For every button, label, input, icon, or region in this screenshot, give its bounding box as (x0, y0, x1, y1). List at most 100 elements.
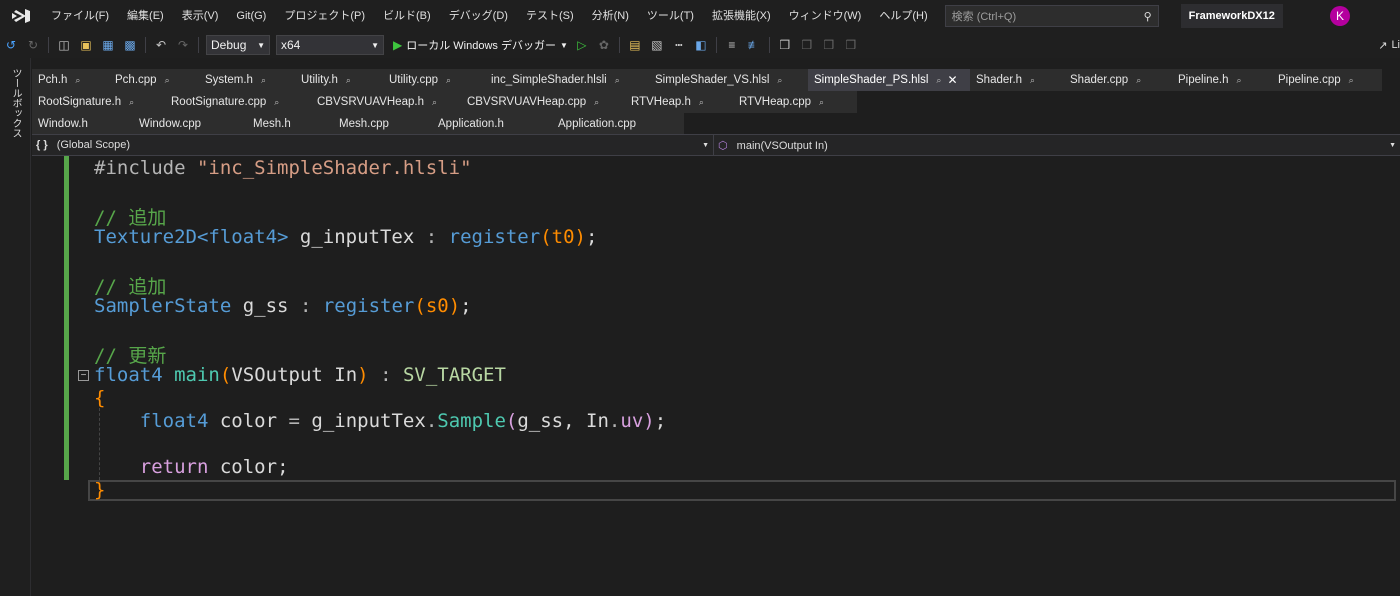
pin-icon[interactable]: ⌕ (1136, 69, 1141, 91)
bookmark-clear-icon[interactable]: ❒ (843, 37, 859, 53)
pin-icon[interactable]: ⌕ (777, 69, 782, 91)
tab-active[interactable]: SimpleShader_PS.hlsl ⌕ ✕ (808, 69, 970, 91)
bookmark-prev-icon[interactable]: ❒ (799, 37, 815, 53)
step-icon[interactable]: ┅ (671, 37, 687, 53)
live-share-button[interactable]: ↗ Li (1378, 32, 1400, 58)
menu-item[interactable]: 編集(E) (118, 0, 173, 32)
document-tab[interactable]: SimpleShader_VS.hlsl ⌕ (649, 69, 808, 91)
menu-item[interactable]: 拡張機能(X) (703, 0, 780, 32)
pin-icon[interactable]: ⌕ (129, 91, 134, 113)
search-box[interactable]: 検索 (Ctrl+Q) ⚲ (944, 5, 1159, 27)
document-tab[interactable]: inc_SimpleShader.hlsli ⌕ (485, 69, 649, 91)
menu-item[interactable]: ヘルプ(H) (870, 0, 936, 32)
document-tab[interactable]: Pch.cpp ⌕ (109, 69, 199, 91)
start-without-debugging-icon[interactable]: ▷ (574, 37, 590, 53)
uncomment-icon[interactable]: ≢ (746, 37, 762, 53)
code-line-sampler[interactable]: SamplerState g_ss : register(s0); (94, 295, 472, 317)
new-project-icon[interactable]: ◫ (56, 37, 72, 53)
menu-item[interactable]: Git(G) (227, 0, 275, 32)
collapse-toggle[interactable]: − (78, 370, 89, 381)
breakpoint-window-icon[interactable]: ◧ (693, 37, 709, 53)
code-line-brace-close[interactable]: } (94, 479, 105, 501)
forward-icon[interactable]: ↻ (25, 37, 41, 53)
pin-icon[interactable]: ⌕ (1349, 69, 1354, 91)
pin-icon[interactable]: ⌕ (699, 91, 704, 113)
pin-icon[interactable]: ⌕ (165, 69, 170, 91)
document-tab[interactable]: Shader.h ⌕ (970, 69, 1064, 91)
current-line-highlight (88, 480, 1396, 501)
pin-icon[interactable]: ⌕ (274, 91, 279, 113)
document-tab[interactable]: RootSignature.cpp ⌕ (165, 91, 311, 113)
menu-item[interactable]: デバッグ(D) (440, 0, 517, 32)
document-tab[interactable]: Utility.h ⌕ (295, 69, 383, 91)
tab-label: Mesh.h (253, 118, 291, 130)
bookmark-icon[interactable]: ❒ (777, 37, 793, 53)
toolbox-tab[interactable]: ツールボックス (8, 68, 23, 138)
pin-icon[interactable]: ⌕ (75, 69, 80, 91)
visual-studio-logo-icon[interactable] (10, 7, 32, 25)
document-tab[interactable]: Application.cpp (552, 113, 684, 135)
pin-icon[interactable]: ⌕ (432, 91, 437, 113)
document-tab[interactable]: CBVSRVUAVHeap.cpp ⌕ (461, 91, 625, 113)
document-tab[interactable]: Window.h (32, 113, 133, 135)
pin-icon[interactable]: ⌕ (1237, 69, 1242, 91)
menu-item[interactable]: ファイル(F) (42, 0, 118, 32)
menu-item[interactable]: 分析(N) (583, 0, 638, 32)
open-folder-icon[interactable]: ▣ (78, 37, 94, 53)
bookmark-next-icon[interactable]: ❒ (821, 37, 837, 53)
member-select[interactable]: ⬡ main(VSOutput In) ▼ (714, 135, 1400, 155)
document-tab[interactable]: RTVHeap.h ⌕ (625, 91, 733, 113)
menu-item[interactable]: テスト(S) (517, 0, 583, 32)
code-line-texture[interactable]: Texture2D<float4> g_inputTex : register(… (94, 226, 597, 248)
avatar[interactable]: K (1330, 6, 1350, 26)
code-line-main[interactable]: float4 main(VSOutput In) : SV_TARGET (94, 364, 506, 386)
save-all-icon[interactable]: ▩ (122, 37, 138, 53)
document-tab[interactable]: RootSignature.h ⌕ (32, 91, 165, 113)
code-line-return[interactable]: return color; (94, 456, 289, 478)
menu-item[interactable]: 表示(V) (173, 0, 228, 32)
document-tab[interactable]: Pipeline.h ⌕ (1172, 69, 1272, 91)
document-tab[interactable]: Mesh.h (247, 113, 333, 135)
pin-icon[interactable]: ⌕ (1030, 69, 1035, 91)
document-tab[interactable]: Pch.h ⌕ (32, 69, 109, 91)
menu-item[interactable]: ツール(T) (638, 0, 703, 32)
tab-label: Shader.cpp (1070, 74, 1129, 86)
solution-name[interactable]: FrameworkDX12 (1180, 4, 1283, 28)
pin-icon[interactable]: ⌕ (594, 91, 599, 113)
undo-icon[interactable]: ↶ (153, 37, 169, 53)
redo-icon[interactable]: ↷ (175, 37, 191, 53)
code-line-sample[interactable]: float4 color = g_inputTex.Sample(g_ss, I… (94, 410, 666, 432)
hot-reload-icon[interactable]: ✿ (596, 37, 612, 53)
document-tab[interactable]: Window.cpp (133, 113, 247, 135)
menu-item[interactable]: ウィンドウ(W) (780, 0, 871, 32)
menu-item[interactable]: ビルド(B) (374, 0, 440, 32)
document-tab[interactable]: System.h ⌕ (199, 69, 295, 91)
window-layout-icon[interactable]: ▧ (649, 37, 665, 53)
menu-item[interactable]: プロジェクト(P) (275, 0, 374, 32)
code-line-brace-open[interactable]: { (94, 387, 105, 409)
document-tab[interactable]: Mesh.cpp (333, 113, 432, 135)
pin-icon[interactable]: ⌕ (446, 69, 451, 91)
type-token: Texture2D (94, 226, 197, 248)
document-tab[interactable]: Utility.cpp ⌕ (383, 69, 485, 91)
document-tab[interactable]: Application.h (432, 113, 552, 135)
save-icon[interactable]: ▦ (100, 37, 116, 53)
document-tab[interactable]: RTVHeap.cpp ⌕ (733, 91, 857, 113)
document-tab[interactable]: CBVSRVUAVHeap.h ⌕ (311, 91, 461, 113)
pin-icon[interactable]: ⌕ (346, 69, 351, 91)
close-icon[interactable]: ✕ (947, 69, 957, 91)
back-icon[interactable]: ↺ (3, 37, 19, 53)
pin-icon[interactable]: ⌕ (615, 69, 620, 91)
pin-icon[interactable]: ⌕ (936, 69, 941, 91)
configuration-select[interactable]: Debug ▼ (206, 35, 270, 55)
platform-select[interactable]: x64 ▼ (276, 35, 384, 55)
comment-icon[interactable]: ≡ (724, 37, 740, 53)
document-tab[interactable]: Shader.cpp ⌕ (1064, 69, 1172, 91)
start-debugging-button[interactable]: ▶ ローカル Windows デバッガー ▼ (393, 37, 568, 53)
document-tab[interactable]: Pipeline.cpp ⌕ (1272, 69, 1382, 91)
code-line-1[interactable]: #include "inc_SimpleShader.hlsli" (94, 157, 472, 179)
pin-icon[interactable]: ⌕ (261, 69, 266, 91)
scope-select[interactable]: { } (Global Scope) ▼ (32, 135, 714, 155)
pin-icon[interactable]: ⌕ (819, 91, 824, 113)
solution-explorer-icon[interactable]: ▤ (627, 37, 643, 53)
